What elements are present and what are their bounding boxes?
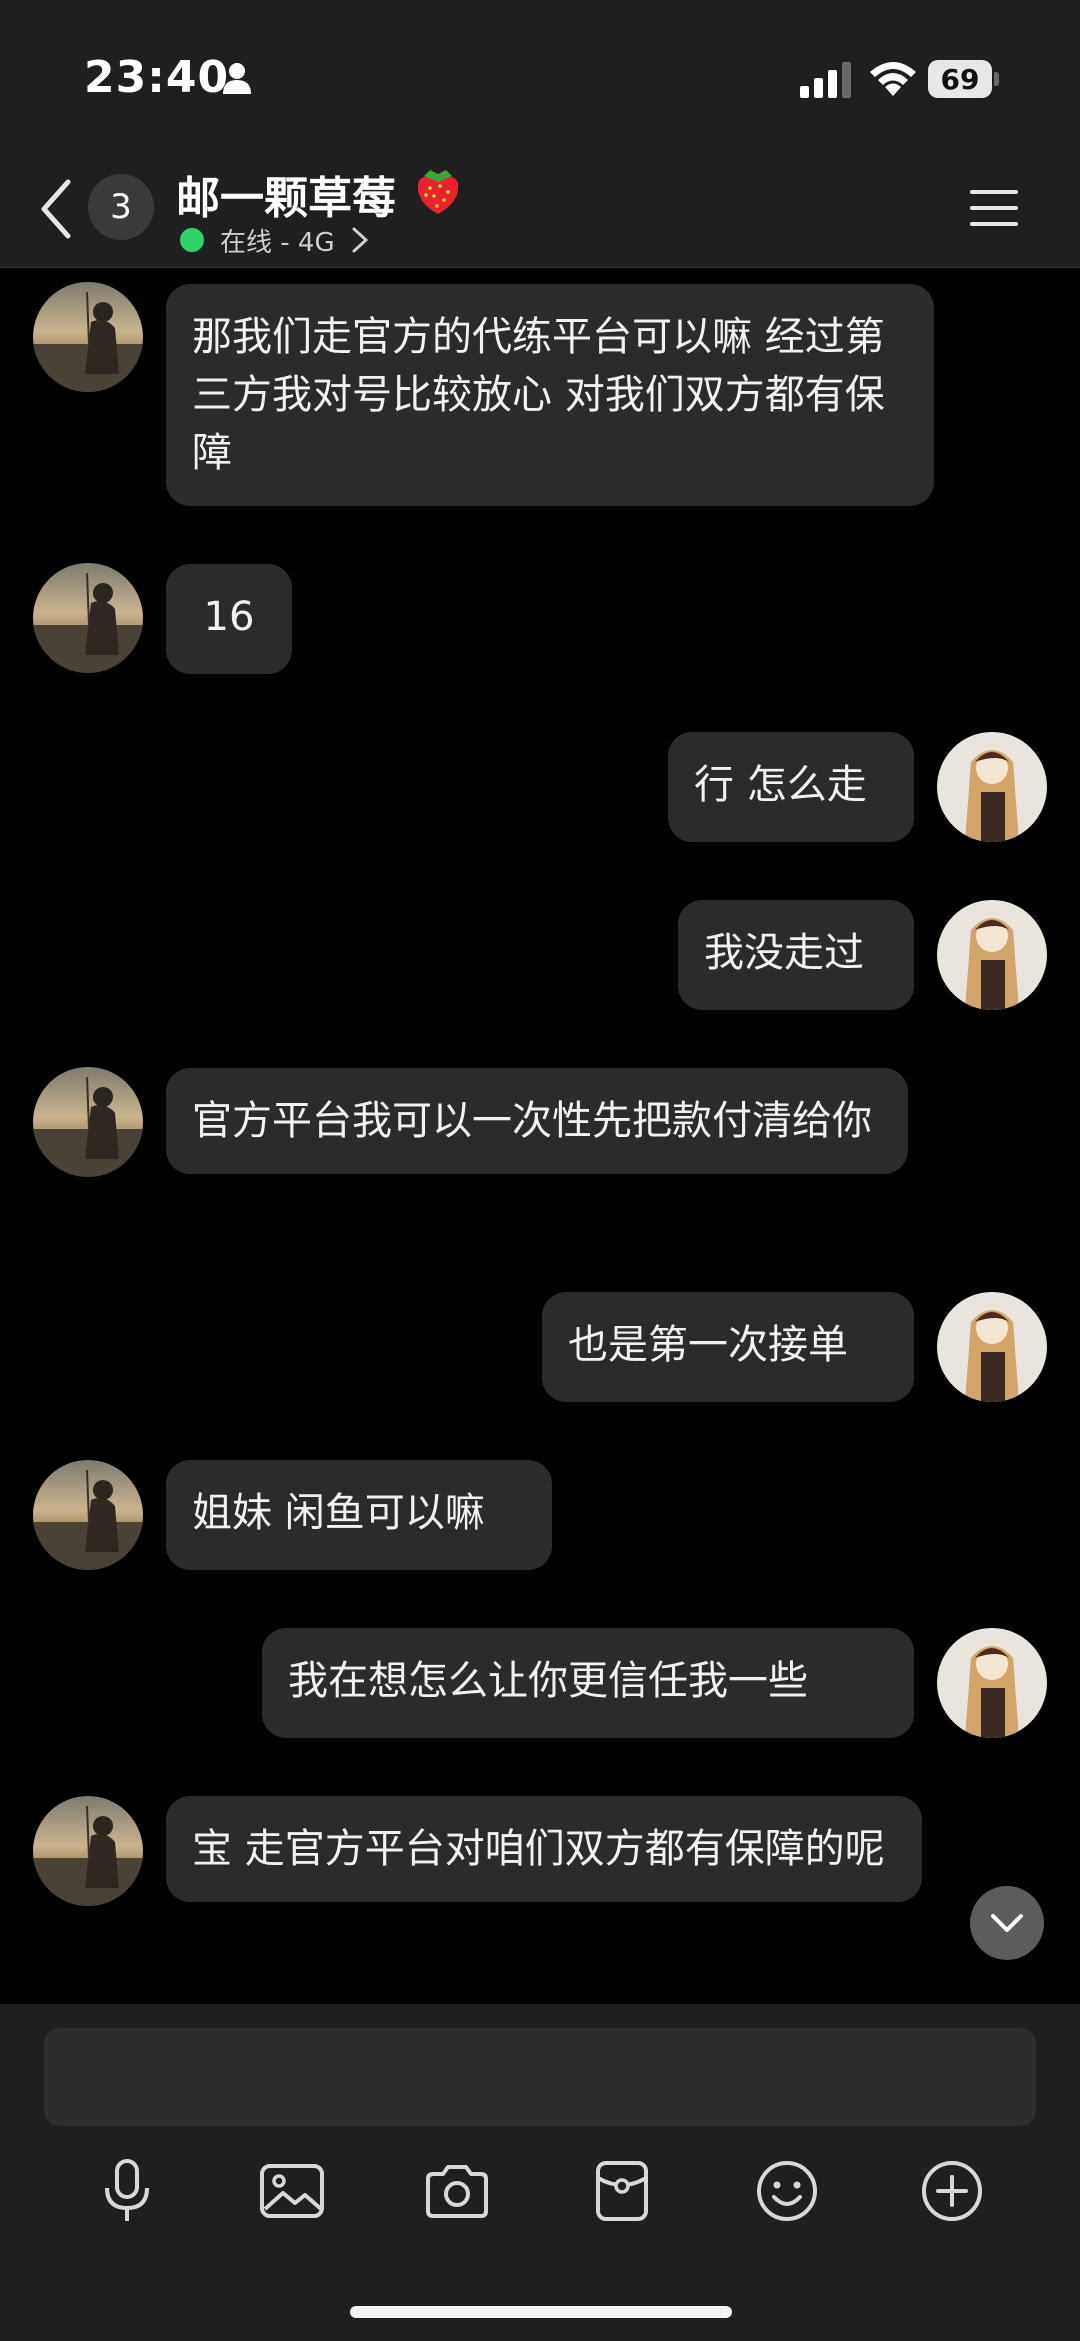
message-bubble[interactable]: 那我们走官方的代练平台可以嘛 经过第三方我对号比较放心 对我们双方都有保障 [166, 284, 934, 506]
message-bubble[interactable]: 16 [166, 564, 292, 674]
battery-cap [994, 72, 999, 86]
person-icon [223, 63, 251, 94]
online-dot [180, 228, 204, 252]
back-icon[interactable] [36, 178, 76, 240]
self-avatar[interactable] [937, 732, 1047, 842]
message-bubble[interactable]: 也是第一次接单 [542, 1292, 914, 1402]
presence-text: 在线 - 4G [220, 227, 335, 258]
presence-status[interactable]: 在线 - 4G [180, 222, 369, 258]
battery-indicator: 69 [928, 60, 992, 98]
home-indicator[interactable] [350, 2306, 732, 2318]
self-avatar[interactable] [937, 1628, 1047, 1738]
scroll-to-bottom-button[interactable] [970, 1886, 1044, 1960]
contact-avatar[interactable] [33, 1460, 143, 1570]
mic-icon[interactable] [92, 2156, 162, 2226]
message-bubble[interactable]: 官方平台我可以一次性先把款付清给你 [166, 1068, 908, 1174]
unread-count-badge[interactable]: 3 [88, 174, 154, 240]
chevron-down-icon [991, 1914, 1023, 1932]
message-bubble[interactable]: 我在想怎么让你更信任我一些 [262, 1628, 914, 1738]
wifi-icon [870, 62, 916, 96]
red-packet-icon[interactable] [587, 2156, 657, 2226]
message-bubble[interactable]: 宝 走官方平台对咱们双方都有保障的呢 [166, 1796, 922, 1902]
status-bar: 23:40 69 [0, 0, 1080, 150]
chevron-right-icon [352, 227, 368, 253]
cellular-signal-icon [800, 62, 851, 98]
image-icon[interactable] [257, 2156, 327, 2226]
message-bubble[interactable]: 姐妹 闲鱼可以嘛 [166, 1460, 552, 1570]
message-bubble[interactable]: 我没走过 [678, 900, 914, 1010]
contact-avatar[interactable] [33, 563, 143, 673]
contact-avatar[interactable] [33, 1796, 143, 1906]
chat-title[interactable]: 邮一颗草莓 [176, 162, 396, 226]
composer [0, 2004, 1080, 2341]
menu-icon[interactable] [968, 188, 1020, 228]
emoji-icon[interactable] [752, 2156, 822, 2226]
contact-avatar[interactable] [33, 1067, 143, 1177]
strawberry-icon [417, 170, 459, 214]
self-avatar[interactable] [937, 900, 1047, 1010]
plus-icon[interactable] [917, 2156, 987, 2226]
contact-avatar[interactable] [33, 282, 143, 392]
chat-header: 3 邮一颗草莓 在线 - 4G [0, 150, 1080, 268]
self-avatar[interactable] [937, 1292, 1047, 1402]
clock: 23:40 [84, 52, 230, 103]
camera-icon[interactable] [422, 2156, 492, 2226]
message-bubble[interactable]: 行 怎么走 [668, 732, 914, 842]
message-input[interactable] [44, 2028, 1036, 2126]
